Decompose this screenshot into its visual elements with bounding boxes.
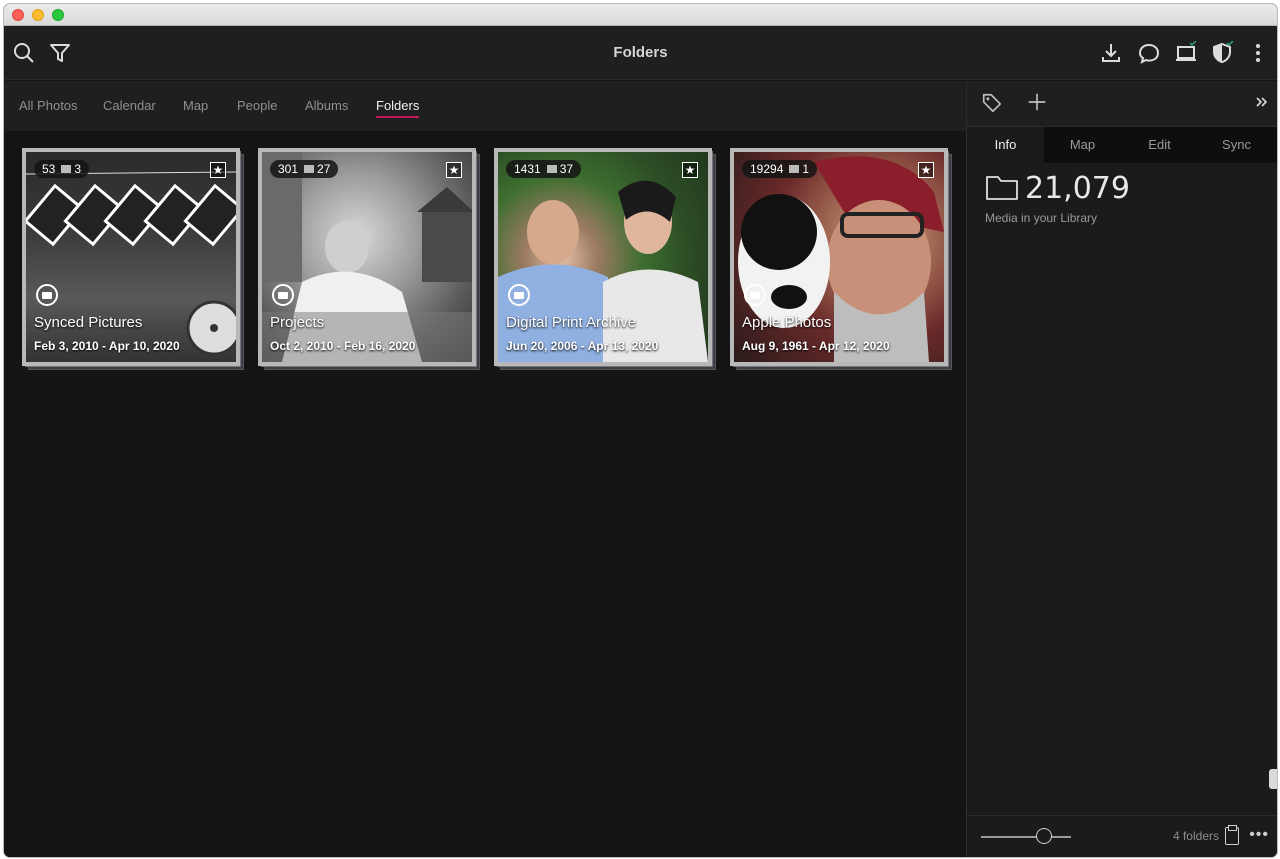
panel-toolbar: [967, 81, 1277, 127]
folder-icon: [508, 284, 530, 306]
card-frame: 53 3 ★ Synced Pictures Feb 3, 2010 - Apr …: [22, 148, 240, 366]
panel-footer: 4 folders •••: [967, 815, 1277, 857]
add-icon[interactable]: [1026, 91, 1048, 113]
folder-date-range: Aug 9, 1961 - Apr 12, 2020: [742, 339, 890, 353]
media-count-label: Media in your Library: [985, 211, 1098, 225]
tab-edit[interactable]: Edit: [1121, 127, 1198, 163]
close-window-button[interactable]: [12, 9, 24, 21]
subfolder-count: 27: [317, 162, 331, 176]
folder-card[interactable]: 53 3 ★ Synced Pictures Feb 3, 2010 - Apr …: [22, 148, 244, 370]
subfolder-count: 37: [559, 162, 574, 176]
minimize-window-button[interactable]: [32, 9, 44, 21]
folder-name: Apple Photos: [742, 314, 832, 331]
maximize-window-button[interactable]: [52, 9, 64, 21]
tab-map[interactable]: Map: [183, 98, 208, 113]
star-icon[interactable]: ★: [446, 162, 462, 178]
star-icon[interactable]: ★: [682, 162, 698, 178]
comment-icon[interactable]: [1137, 41, 1161, 65]
media-count: 21,079: [1025, 171, 1130, 206]
zoom-slider[interactable]: [981, 836, 1071, 838]
card-frame: 19294 1 ★ Apple Photos Aug 9, 1961 - Apr …: [730, 148, 948, 366]
tab-calendar[interactable]: Calendar: [103, 98, 156, 113]
folder-date-range: Feb 3, 2010 - Apr 10, 2020: [34, 339, 180, 353]
zoom-slider-knob[interactable]: [1036, 828, 1052, 844]
panel-edge-handle[interactable]: [1269, 769, 1277, 789]
tab-folders[interactable]: Folders: [376, 98, 420, 118]
more-vertical-icon[interactable]: [1246, 41, 1270, 65]
star-icon[interactable]: ★: [918, 162, 934, 178]
info-panel: Info Map Edit Sync 21,079 Media in your …: [966, 81, 1277, 857]
folder-icon: [744, 284, 766, 306]
subfolder-icon: [304, 165, 315, 173]
subfolder-icon: [789, 165, 800, 173]
view-tabs: All Photos Calendar Map People Albums Fo…: [4, 81, 966, 131]
collapse-icon[interactable]: [1255, 95, 1269, 109]
subfolder-count: 3: [74, 162, 82, 176]
clipboard-icon[interactable]: [1225, 825, 1239, 845]
folder-card[interactable]: 301 27 ★ Projects Oct 2, 2010 - Feb 16, 2…: [258, 148, 480, 370]
count-badge: 301 27: [270, 160, 339, 178]
folder-card[interactable]: 19294 1 ★ Apple Photos Aug 9, 1961 - Apr …: [730, 148, 952, 370]
panel-tabs: Info Map Edit Sync: [967, 127, 1277, 163]
star-icon[interactable]: ★: [210, 162, 226, 178]
count-badge: 19294 1: [742, 160, 818, 178]
folder-card[interactable]: 1431 37 ★ Digital Print Archive Jun 20, 2…: [494, 148, 716, 370]
import-icon[interactable]: [1099, 41, 1123, 65]
tab-panel-map[interactable]: Map: [1044, 127, 1121, 163]
folder-thumbnail: 19294 1 ★ Apple Photos Aug 9, 1961 - Apr …: [734, 152, 944, 362]
shield-icon[interactable]: [1210, 40, 1234, 65]
folder-date-range: Jun 20, 2006 - Apr 13, 2020: [506, 339, 659, 353]
app-window: Folders All Photos Calendar Map People A…: [4, 4, 1277, 857]
laptop-icon[interactable]: [1174, 40, 1198, 65]
folder-thumbnail: 53 3 ★ Synced Pictures Feb 3, 2010 - Apr …: [26, 152, 236, 362]
tag-icon[interactable]: [981, 92, 1003, 114]
folder-name: Synced Pictures: [34, 314, 143, 331]
tab-sync[interactable]: Sync: [1198, 127, 1275, 163]
card-frame: 301 27 ★ Projects Oct 2, 2010 - Feb 16, 2…: [258, 148, 476, 366]
title-bar: [4, 4, 1277, 26]
photo-count: 301: [278, 162, 299, 176]
folders-count: 4 folders: [1172, 829, 1219, 843]
photo-count: 53: [42, 162, 56, 176]
folder-date-range: Oct 2, 2010 - Feb 16, 2020: [270, 339, 416, 353]
window-title: Folders: [613, 44, 668, 61]
folder-thumbnail: 301 27 ★ Projects Oct 2, 2010 - Feb 16, 2…: [262, 152, 472, 362]
subfolder-count: 1: [802, 162, 810, 176]
card-frame: 1431 37 ★ Digital Print Archive Jun 20, 2…: [494, 148, 712, 366]
tab-people[interactable]: People: [237, 98, 277, 113]
tab-info[interactable]: Info: [967, 127, 1044, 163]
folder-icon: [36, 284, 58, 306]
folder-name: Projects: [270, 314, 325, 331]
photo-count: 19294: [750, 162, 784, 176]
photo-count: 1431: [514, 162, 541, 176]
more-horizontal-icon[interactable]: •••: [1249, 826, 1269, 844]
folder-thumbnail: 1431 37 ★ Digital Print Archive Jun 20, 2…: [498, 152, 708, 362]
folder-icon: [272, 284, 294, 306]
subfolder-icon: [61, 165, 72, 173]
toolbar: Folders: [4, 26, 1277, 80]
tab-all-photos[interactable]: All Photos: [19, 98, 78, 113]
count-badge: 1431 37: [506, 160, 582, 178]
folder-name: Digital Print Archive: [506, 314, 637, 331]
tab-albums[interactable]: Albums: [305, 98, 348, 113]
count-badge: 53 3: [34, 160, 90, 178]
subfolder-icon: [546, 165, 557, 173]
folder-icon: [985, 173, 1019, 201]
